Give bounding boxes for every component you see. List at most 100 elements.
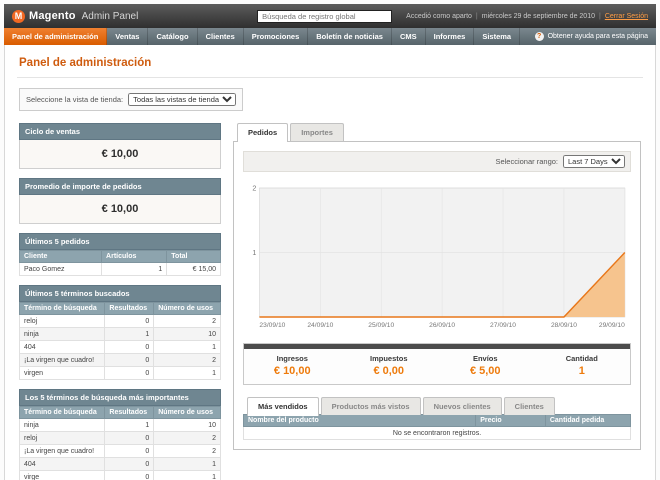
lifetime-sales-box: Ciclo de ventas € 10,00 [19,123,221,169]
chart-tabs: Pedidos Importes [233,123,641,142]
table-row[interactable]: ninja 1 10 [18,418,221,432]
average-orders-value: € 10,00 [19,195,221,224]
magento-logo[interactable]: M Magento Admin Panel [12,9,139,23]
column-header: Resultados [104,302,155,315]
cell-articulos: 1 [101,262,168,276]
products-tabs: Más vendidos Productos más vistos Nuevos… [243,397,631,416]
tab-pedidos[interactable]: Pedidos [237,123,289,142]
nav-item-sistema[interactable]: Sistema [474,28,521,45]
tab-clientes[interactable]: Clientes [503,397,555,415]
last-search-terms-box: Últimos 5 términos buscados Término de b… [18,285,221,380]
top-search-terms-title: Los 5 términos de búsqueda más important… [19,389,221,406]
logo-subtext: Admin Panel [81,10,139,22]
top-search-terms-box: Los 5 términos de búsqueda más important… [18,389,221,480]
column-header: Número de usos [153,406,221,419]
nav-item-informes[interactable]: Informes [426,28,475,45]
table-row[interactable]: ninja 1 10 [18,327,221,341]
column-header: Cliente [18,250,103,263]
stat-impuestos: Impuestos € 0,00 [369,354,408,377]
help-icon: ? [534,32,544,41]
table-row[interactable]: 404 0 1 [18,457,221,471]
empty-records-message: No se encontraron registros. [243,426,631,440]
page-title: Panel de administración [17,53,643,78]
column-header: Término de búsqueda [18,302,106,315]
current-date-text: miércoles 29 de septiembre de 2010 [481,12,595,20]
lifetime-sales-title: Ciclo de ventas [19,123,221,140]
tab-importes[interactable]: Importes [290,123,344,141]
store-view-label: Seleccione la vista de tienda: [26,95,124,104]
nav-item-catalogo[interactable]: Catálogo [148,28,198,45]
table-row[interactable]: virge 0 1 [18,470,221,480]
nav-item-ventas[interactable]: Ventas [107,28,149,45]
range-row: Seleccionar rango: Last 7 Days [243,151,631,172]
logo-text: Magento [29,10,76,22]
svg-text:2: 2 [252,184,256,192]
store-view-bar: Seleccione la vista de tienda: Todas las… [19,88,244,111]
tab-productos-mas-vistos[interactable]: Productos más vistos [320,397,421,415]
last-orders-table: Cliente Artículos Total Paco Gomez 1 € 1… [18,250,221,276]
last-orders-box: Últimos 5 pedidos Cliente Artículos Tota… [18,233,221,276]
range-label: Seleccionar rango: [495,157,558,166]
svg-text:1: 1 [252,249,256,257]
user-info: Accedió como aparto | miércoles 29 de se… [406,13,648,20]
svg-text:28/09/10: 28/09/10 [551,322,577,329]
nav-item-panel-de-administracion[interactable]: Panel de administración [4,28,108,45]
store-view-select[interactable]: Todas las vistas de tienda [128,93,237,106]
dashboard-left-column: Ciclo de ventas € 10,00 Promedio de impo… [18,123,221,480]
column-header: Artículos [101,250,168,263]
cell-total: € 15,00 [166,262,221,276]
orders-chart-svg: 1 2 23/09/10 24/09/10 25/09/10 26/09/10 27/09/… [252,184,626,329]
column-header: Resultados [104,406,155,419]
cell-cliente: Paco Gomez [18,262,103,276]
last-search-terms-title: Últimos 5 términos buscados [19,285,221,302]
svg-text:24/09/10: 24/09/10 [307,322,333,329]
main-nav: Panel de administración Ventas Catálogo … [4,28,656,45]
last-search-terms-table: Término de búsqueda Resultados Número de… [18,302,221,380]
best-sellers-table: Nombre del producto Precio Cantidad pedi… [242,414,632,440]
global-search-input[interactable] [257,9,393,23]
browser-viewport: M Magento Admin Panel Accedió como apart… [0,0,660,480]
column-header: Cantidad pedida [544,414,632,427]
stat-envios: Envíos € 5,00 [469,354,501,377]
top-search-terms-table: Término de búsqueda Resultados Número de… [18,406,221,480]
nav-item-cms[interactable]: CMS [392,28,426,45]
svg-text:25/09/10: 25/09/10 [368,322,394,329]
logged-in-as-text: Accedió como aparto [406,12,472,20]
svg-text:26/09/10: 26/09/10 [429,322,455,329]
chart-panel: Seleccionar rango: Last 7 Days 1 2 23/09/1… [233,141,641,450]
nav-item-boletin[interactable]: Boletín de noticias [308,28,392,45]
column-header: Nombre del producto [242,414,477,427]
table-row[interactable]: Paco Gomez 1 € 15,00 [18,262,221,276]
separator: | [598,12,601,20]
content-area: Panel de administración Seleccione la vi… [4,45,656,480]
table-row[interactable]: virgen 0 1 [18,366,221,380]
average-orders-box: Promedio de importe de pedidos € 10,00 [19,178,221,224]
svg-text:29/09/10: 29/09/10 [599,322,625,329]
help-link[interactable]: ? Obtener ayuda para esta página [527,28,656,45]
stat-ingresos: Ingresos € 10,00 [273,354,311,377]
average-orders-title: Promedio de importe de pedidos [19,178,221,195]
svg-text:23/09/10: 23/09/10 [259,322,285,329]
nav-item-clientes[interactable]: Clientes [198,28,244,45]
last-orders-title: Últimos 5 pedidos [19,233,221,250]
stat-cantidad: Cantidad 1 [565,354,598,377]
nav-item-promociones[interactable]: Promociones [244,28,309,45]
header: M Magento Admin Panel Accedió como apart… [4,4,656,28]
table-row[interactable]: reloj 0 2 [18,314,221,328]
tab-mas-vendidos[interactable]: Más vendidos [247,397,319,416]
column-header: Precio [475,414,546,427]
column-header: Número de usos [153,302,221,315]
range-select[interactable]: Last 7 Days [563,155,625,168]
table-row[interactable]: reloj 0 2 [18,431,221,445]
separator: | [475,12,478,20]
orders-chart: 1 2 23/09/10 24/09/10 25/09/10 26/09/10 27/09/… [243,180,631,335]
table-row[interactable]: ¡La virgen que cuadro! 0 2 [18,353,221,367]
svg-text:27/09/10: 27/09/10 [490,322,516,329]
table-row[interactable]: 404 0 1 [18,340,221,354]
totals-bar: Ingresos € 10,00 Impuestos € 0,00 Envíos… [243,343,631,385]
logout-link[interactable]: Cerrar Sesión [605,13,648,20]
magento-logo-icon: M [12,9,25,23]
tab-nuevos-clientes[interactable]: Nuevos clientes [422,397,502,415]
help-label: Obtener ayuda para esta página [547,33,648,40]
table-row[interactable]: ¡La virgen que cuadro! 0 2 [18,444,221,458]
